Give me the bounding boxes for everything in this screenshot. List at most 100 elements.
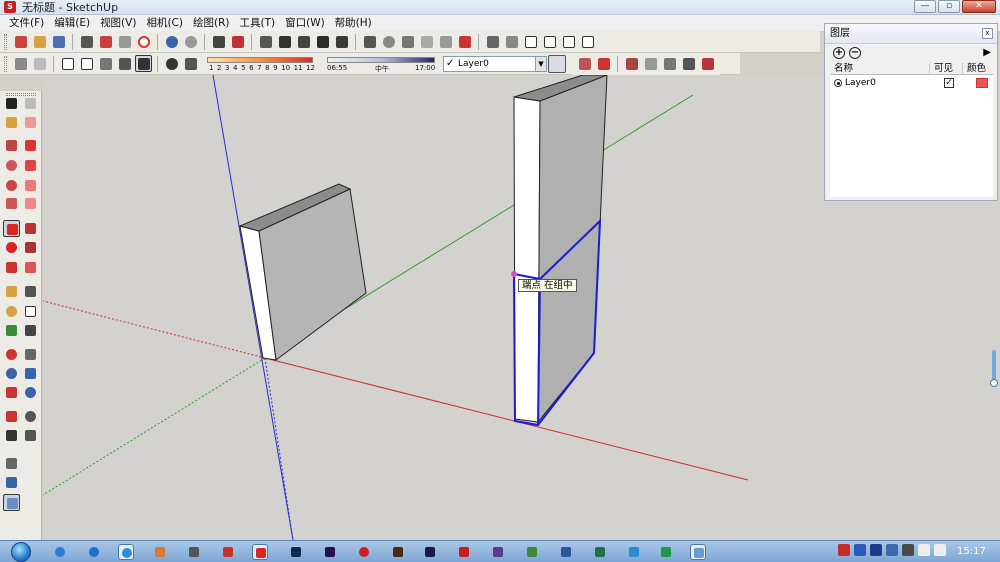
- paint-bucket-icon[interactable]: [3, 114, 20, 131]
- sketchup-icon[interactable]: [252, 544, 268, 560]
- select-tool-icon[interactable]: [3, 95, 20, 112]
- section-lines-icon[interactable]: [661, 56, 678, 73]
- copy-icon[interactable]: [97, 33, 114, 50]
- scale-tool-icon[interactable]: [3, 259, 20, 276]
- qq-icon[interactable]: [86, 544, 102, 560]
- zoom-extents-tool-icon[interactable]: [3, 384, 20, 401]
- shadow-month-scale[interactable]: 1 2 3 4 5 6 7 8 9 10 11 12: [207, 54, 317, 74]
- toolbar-grip[interactable]: [4, 55, 7, 72]
- paste-icon[interactable]: [116, 33, 133, 50]
- iso-view-icon[interactable]: [484, 33, 501, 50]
- previous-view-icon[interactable]: [456, 33, 473, 50]
- line-tool-icon[interactable]: [22, 137, 39, 154]
- media-icon[interactable]: [490, 544, 506, 560]
- wps-s-icon[interactable]: [658, 544, 674, 560]
- cut-icon[interactable]: [78, 33, 95, 50]
- component-tool-icon[interactable]: [22, 95, 39, 112]
- right-view-icon[interactable]: [560, 33, 577, 50]
- undo-icon[interactable]: [163, 33, 180, 50]
- text-tool-icon[interactable]: [22, 303, 39, 320]
- wps-icon[interactable]: [626, 544, 642, 560]
- autocad-icon[interactable]: [220, 544, 236, 560]
- save-icon[interactable]: [50, 33, 67, 50]
- shaded-icon[interactable]: [97, 55, 114, 72]
- axes-tool-icon[interactable]: [3, 322, 20, 339]
- group-icon[interactable]: [314, 33, 331, 50]
- explorer-icon[interactable]: [690, 544, 706, 560]
- column-visible[interactable]: 可见: [930, 63, 963, 74]
- section-toggle-icon[interactable]: [699, 56, 716, 73]
- ie-icon[interactable]: [52, 544, 68, 560]
- menu-camera[interactable]: 相机(C): [141, 15, 188, 31]
- close-button[interactable]: ✕: [962, 0, 996, 13]
- menu-tools[interactable]: 工具(T): [234, 15, 280, 31]
- remove-layer-button[interactable]: −: [849, 47, 861, 59]
- zoom-window-icon[interactable]: [418, 33, 435, 50]
- side-slider-track[interactable]: [992, 350, 996, 380]
- position-camera-icon[interactable]: [3, 408, 20, 425]
- eraser-icon[interactable]: [22, 114, 39, 131]
- pie-tool-icon[interactable]: [3, 195, 20, 212]
- chevron-down-icon[interactable]: ▼: [535, 57, 546, 71]
- protractor-icon[interactable]: [3, 303, 20, 320]
- shadow-time-scale[interactable]: 06:55 中午 17:00: [327, 54, 439, 74]
- tray-network-icon[interactable]: [854, 544, 866, 556]
- tray-app-icon[interactable]: [838, 544, 850, 556]
- tray-sync-icon[interactable]: [886, 544, 898, 556]
- rectangle-tool-icon[interactable]: [3, 137, 20, 154]
- toolbar-grip[interactable]: [4, 33, 7, 50]
- section-display-icon[interactable]: [623, 56, 640, 73]
- acrobat-icon[interactable]: [456, 544, 472, 560]
- front-view-icon[interactable]: [541, 33, 558, 50]
- open-icon[interactable]: [31, 33, 48, 50]
- menu-edit[interactable]: 编辑(E): [49, 15, 95, 31]
- xray-icon[interactable]: [12, 55, 29, 72]
- details-arrow-icon[interactable]: ▶: [983, 47, 991, 58]
- geo-location-icon[interactable]: [3, 474, 20, 491]
- orbit-icon[interactable]: [361, 33, 378, 50]
- layer-manager-button[interactable]: [548, 55, 566, 73]
- shadows-icon[interactable]: [163, 55, 180, 72]
- media-encoder-icon[interactable]: [422, 544, 438, 560]
- walk-tool-icon[interactable]: [3, 427, 20, 444]
- start-button[interactable]: [6, 541, 36, 562]
- select-group-icon[interactable]: [257, 33, 274, 50]
- photoshop-icon[interactable]: [288, 544, 304, 560]
- image-icon[interactable]: [524, 544, 540, 560]
- photo-texture-icon[interactable]: [3, 494, 20, 511]
- section-plane-tool-icon[interactable]: [22, 427, 39, 444]
- arc-tool-icon[interactable]: [22, 177, 39, 194]
- component-icon[interactable]: [276, 33, 293, 50]
- offset-tool-icon[interactable]: [22, 259, 39, 276]
- section-cut-icon[interactable]: [595, 56, 612, 73]
- shaded-textures-icon[interactable]: [116, 55, 133, 72]
- section-fill-icon[interactable]: [642, 56, 659, 73]
- excel-icon[interactable]: [592, 544, 608, 560]
- polygon-tool-icon[interactable]: [3, 177, 20, 194]
- look-around-icon[interactable]: [22, 408, 39, 425]
- volume-icon[interactable]: [934, 544, 946, 556]
- wireframe-icon[interactable]: [59, 55, 76, 72]
- hidden-line-icon[interactable]: [78, 55, 95, 72]
- sandbox-move-icon[interactable]: [3, 455, 20, 472]
- tape-measure-icon[interactable]: [3, 283, 20, 300]
- freehand-tool-icon[interactable]: [22, 157, 39, 174]
- back-view-icon[interactable]: [579, 33, 596, 50]
- section-color-icon[interactable]: [680, 56, 697, 73]
- home-view-icon[interactable]: [522, 33, 539, 50]
- zoom-window-tool-icon[interactable]: [22, 365, 39, 382]
- paint-icon[interactable]: [152, 544, 168, 560]
- new-file-icon[interactable]: [12, 33, 29, 50]
- monochrome-icon[interactable]: [135, 55, 152, 72]
- print-icon[interactable]: [210, 33, 227, 50]
- layer-name[interactable]: Layer0: [845, 75, 876, 91]
- rotate-tool-icon[interactable]: [3, 239, 20, 256]
- layer-dropdown[interactable]: ✓ Layer0 ▼: [443, 56, 547, 72]
- record-icon[interactable]: [356, 544, 372, 560]
- move-tool-icon[interactable]: [3, 220, 20, 237]
- layer-row[interactable]: Layer0 ✓: [830, 75, 993, 91]
- camera-icon[interactable]: [186, 544, 202, 560]
- top-view-icon[interactable]: [503, 33, 520, 50]
- maximize-button[interactable]: ▫: [938, 0, 960, 13]
- orbit-tool-icon[interactable]: [3, 346, 20, 363]
